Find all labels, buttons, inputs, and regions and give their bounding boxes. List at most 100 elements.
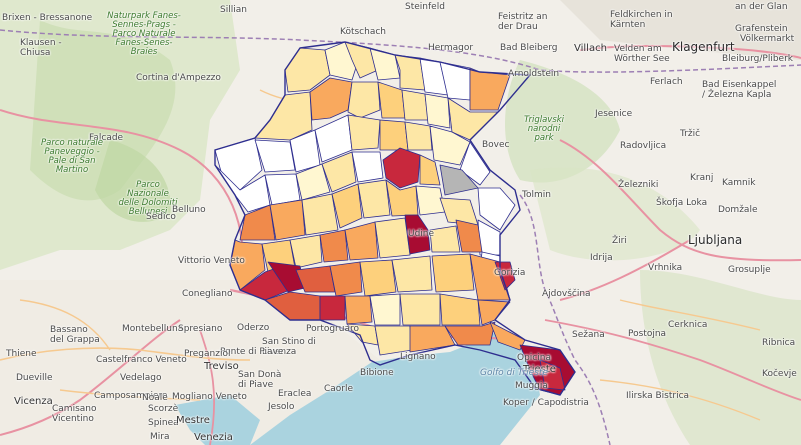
ajdovscina-label: Ajdovščina (542, 289, 591, 299)
volkermarkt-label: Völkermarkt (740, 34, 795, 44)
municipality-area[interactable] (374, 217, 411, 259)
sedico-label: Sedico (146, 212, 176, 222)
ljubljana-label: Ljubljana (688, 233, 743, 247)
klagenfurt-label: Klagenfurt (672, 40, 735, 54)
portogruaro-label: Portogruaro (306, 324, 359, 334)
sillian-label: Sillian (220, 5, 247, 15)
scorze-label: Scorzè (148, 404, 179, 414)
skofja-label: Škofja Loka (656, 198, 708, 208)
municipality-area[interactable] (391, 255, 433, 293)
montebelluna-label: Montebelluna (122, 324, 184, 334)
tolmin-label: Tolmin (522, 190, 551, 200)
bleiburg-label: Bleiburg/Pliberk (722, 54, 794, 64)
municipality-area[interactable] (431, 253, 475, 293)
camisano-label: Camisano Vicentino (52, 404, 97, 424)
municipality-area[interactable] (269, 199, 306, 241)
eraclea-label: Eraclea (278, 389, 312, 399)
zelezniki-label: Železniki (618, 180, 659, 190)
dueville-label: Dueville (16, 373, 53, 383)
vedelago-label: Vedelago (120, 373, 162, 383)
spresiano-label: Spresiano (178, 324, 223, 334)
cerknica-label: Cerknica (668, 320, 708, 330)
municipality-area[interactable] (369, 293, 401, 326)
venezia-label: Venezia (194, 432, 233, 443)
oderzo-label: Oderzo (237, 323, 270, 333)
bibione-label: Bibione (360, 368, 394, 378)
municipality-area[interactable] (301, 193, 339, 236)
velden-label: Velden am Wörther See (614, 44, 670, 64)
kamnik-label: Kamnik (722, 178, 756, 188)
mira-label: Mira (150, 432, 170, 442)
klausen-label: Klausen - Chiusa (20, 38, 62, 58)
caorle-label: Caorle (324, 384, 354, 394)
muggia-label: Muggia (515, 381, 548, 391)
castelfranco-label: Castelfranco Veneto (96, 355, 187, 365)
feldkirchen-label: Feldkirchen in Kärnten (610, 10, 673, 30)
san-dona-label: San Donà di Piave (238, 370, 282, 390)
jesenice-label: Jesenice (595, 109, 633, 119)
municipality-area[interactable] (357, 179, 391, 219)
municipality-area[interactable] (429, 225, 461, 253)
bassano-label: Bassano del Grappa (50, 325, 100, 345)
villach-label: Villach (574, 43, 607, 54)
kocevje-label: Kočevje (762, 369, 797, 379)
bad-eisenkappel-label: Bad Eisenkappel / Železna Kapla (702, 80, 777, 100)
brixen-label: Brixen - Bressanone (2, 13, 93, 23)
trzic-label: Tržič (680, 129, 701, 139)
municipality-area[interactable] (399, 293, 441, 326)
municipality-area[interactable] (379, 119, 409, 151)
feistritz-label: Feistritz an der Drau (498, 12, 548, 32)
municipality-area[interactable] (319, 229, 349, 263)
municipality-area[interactable] (289, 234, 323, 269)
steinfeld-label: Steinfeld (405, 2, 445, 12)
mestre-label: Mestre (176, 415, 210, 426)
sezana-label: Sežana (572, 330, 605, 340)
bad-bleiberg-label: Bad Bleiberg (500, 43, 558, 53)
grosuplje-label: Grosuplje (728, 265, 771, 275)
treviso-label: Treviso (204, 361, 239, 372)
lignano-label: Lignano (400, 352, 436, 362)
bovec-label: Bovec (482, 140, 510, 150)
triglav-label: Triglavski narodni park (523, 115, 565, 143)
vittorio-label: Vittorio Veneto (178, 256, 245, 266)
grafenstein-label: Grafenstein (735, 24, 788, 34)
radovljica-label: Radovljica (620, 141, 667, 151)
gorizia-label: Gorizia (494, 268, 526, 278)
municipality-area[interactable] (329, 261, 363, 297)
hermagor-label: Hermagor (428, 43, 474, 53)
golfo-label: Golfo di Trieste (480, 368, 548, 378)
ilirska-label: Ilirska Bistrica (626, 391, 690, 401)
domzale-label: Domžale (718, 205, 758, 215)
kranj-label: Kranj (690, 173, 714, 183)
map-view[interactable]: Brixen - Bressanone Sillian Steinfeld Fe… (0, 0, 801, 445)
municipality-area[interactable] (359, 259, 397, 297)
ziri-label: Žiri (612, 236, 627, 246)
an-der-glan-label: an der Glan (735, 2, 788, 12)
postojna-label: Postojna (628, 329, 667, 339)
municipality-area[interactable] (347, 114, 381, 151)
municipality-area[interactable] (344, 295, 373, 325)
ferlach-label: Ferlach (650, 77, 683, 87)
municipality-area[interactable] (374, 325, 413, 356)
idrija-label: Idrija (590, 253, 613, 263)
opicina-label: Opicina (517, 353, 551, 363)
cortina-label: Cortina d'Ampezzo (136, 73, 221, 83)
kotschach-label: Kötschach (340, 27, 386, 37)
municipality-area[interactable] (319, 295, 346, 321)
municipality-area[interactable] (424, 93, 451, 129)
vicenza-label: Vicenza (14, 396, 53, 407)
thiene-label: Thiene (6, 349, 37, 359)
arnoldstein-label: Arnoldstein (508, 69, 560, 79)
vrhnika-label: Vrhnika (648, 263, 683, 273)
mogliano-label: Mogliano Veneto (172, 392, 247, 402)
koper-label: Koper / Capodistria (503, 398, 589, 408)
spinea-label: Spinea (148, 418, 179, 428)
preganziol-label: Preganziol (184, 349, 231, 359)
udine-label: Udine (408, 229, 435, 239)
ribnica-label: Ribnica (762, 338, 796, 348)
municipality-area[interactable] (404, 121, 433, 151)
conegliano-label: Conegliano (182, 289, 233, 299)
municipality-area[interactable] (401, 89, 429, 121)
noale-label: Noale (142, 393, 168, 403)
park-paneveggio-label: Parco naturale Paneveggio - Pale di San … (40, 138, 103, 175)
